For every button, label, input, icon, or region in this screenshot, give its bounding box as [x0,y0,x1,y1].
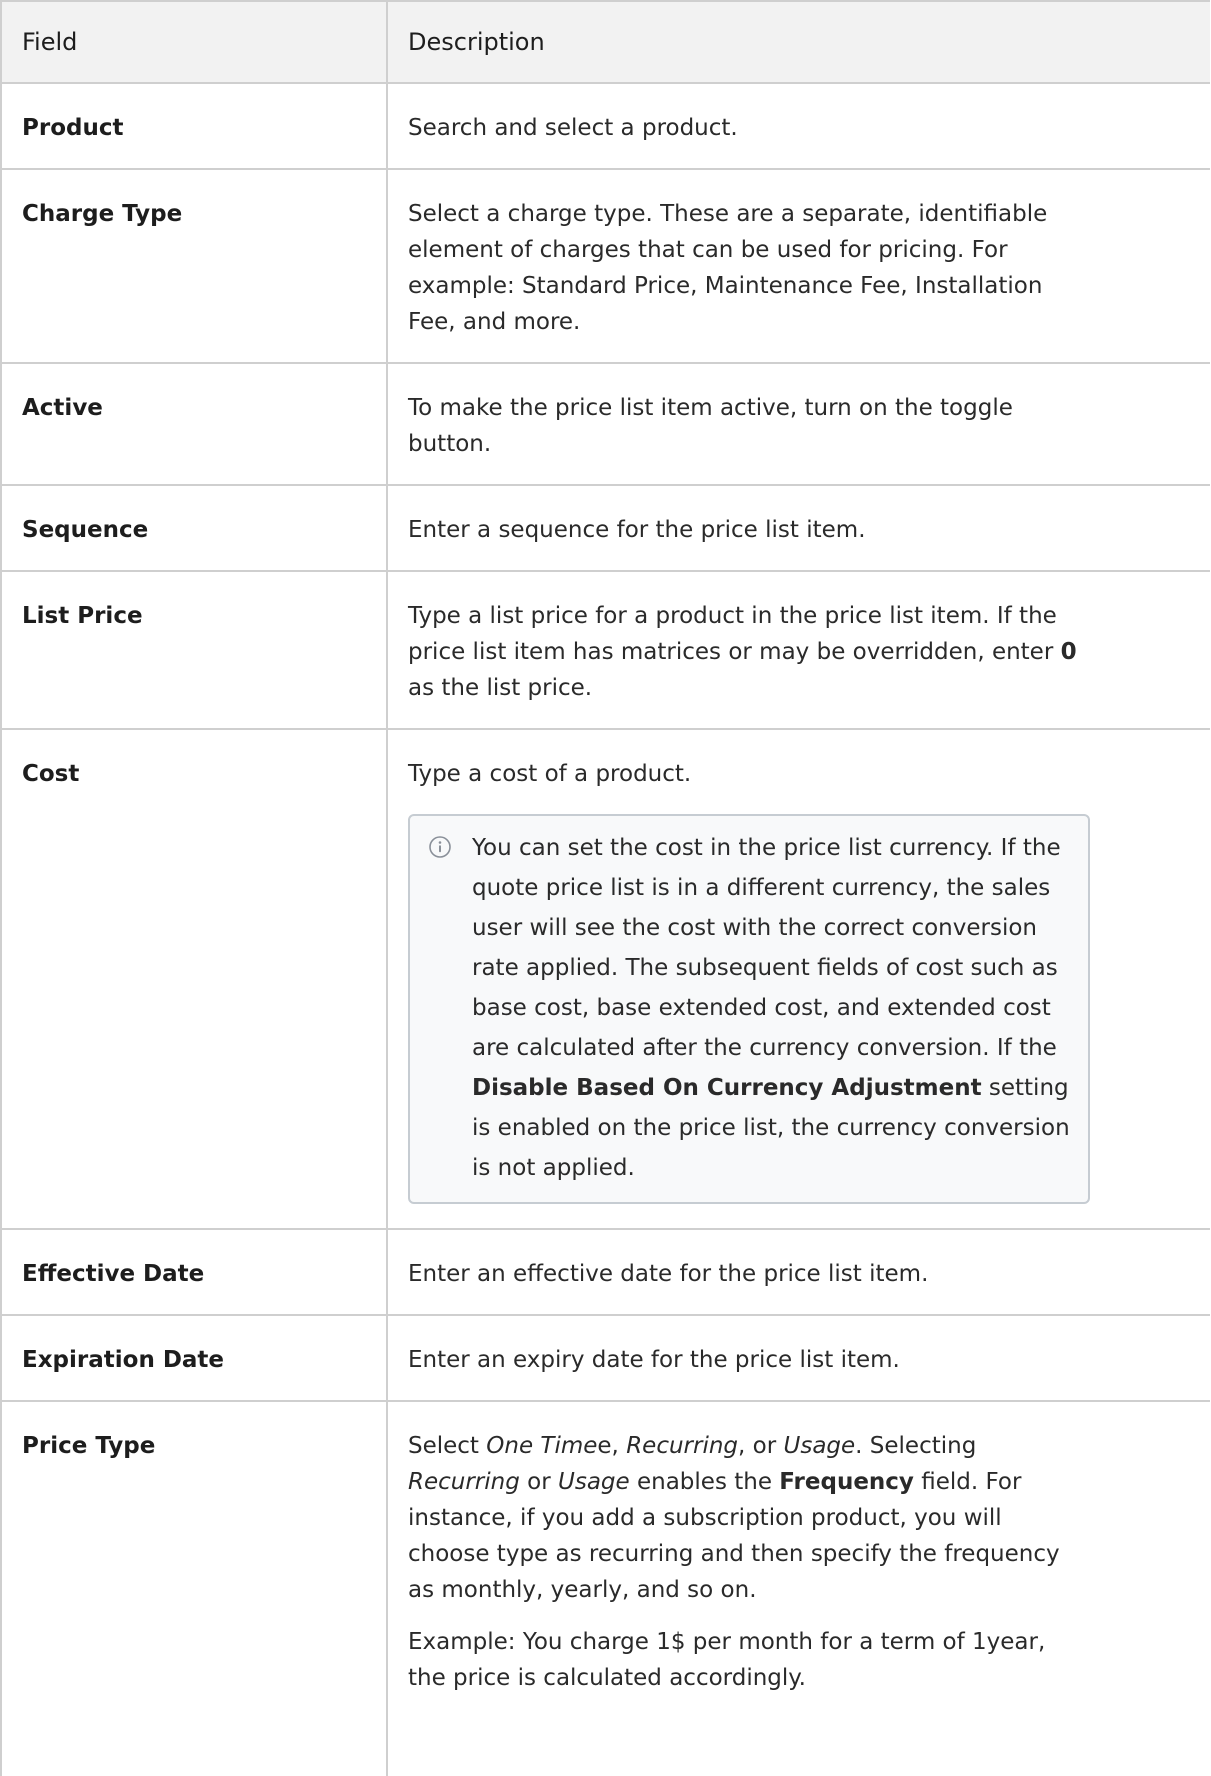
table-row-expiration-date: Expiration Date Enter an expiry date for… [0,1316,1210,1402]
note-text-part: You can set the cost in the price list c… [472,835,1061,1061]
table-row-charge-type: Charge Type Select a charge type. These … [0,170,1210,364]
field-description: Search and select a product. [408,115,738,141]
table-row-price-type: Price Type Select One Timee, Recurring, … [0,1402,1210,1776]
field-description: Enter an expiry date for the price list … [408,1347,900,1373]
field-name: Expiration Date [0,1316,388,1400]
table-row-list-price: List Price Type a list price for a produ… [0,572,1210,730]
info-note: You can set the cost in the price list c… [408,814,1090,1204]
text-part: . Selecting [855,1433,977,1459]
text-part: enables the [629,1469,780,1495]
field-description-table: Field Description Product Search and sel… [0,0,1211,1776]
text-part: or [519,1469,558,1495]
option-usage: Usage [558,1469,630,1495]
option-one-time: One Time [486,1433,598,1459]
field-description: To make the price list item active, turn… [408,395,1013,457]
table-header-row: Field Description [0,0,1210,84]
field-name: Charge Type [0,170,388,362]
field-description: Enter a sequence for the price list item… [408,517,866,543]
field-description: Type a list price for a product in the p… [388,572,1110,728]
column-header-description: Description [408,28,545,56]
field-name: Active [0,364,388,484]
field-name: Sequence [0,486,388,570]
note-text: You can set the cost in the price list c… [472,828,1070,1188]
info-icon [428,834,456,1188]
field-name: Product [0,84,388,168]
description-text: as the list price. [408,675,593,701]
field-description: Select a charge type. These are a separa… [408,201,1048,335]
field-description: Type a cost of a product. You can set th… [388,730,1110,1228]
field-name: List Price [0,572,388,728]
table-row-product: Product Search and select a product. [0,84,1210,170]
setting-name: Disable Based On Currency Adjustment [472,1075,982,1101]
table-row-cost: Cost Type a cost of a product. You can s… [0,730,1210,1230]
description-text: Type a list price for a product in the p… [408,603,1061,665]
text-part: , or [738,1433,784,1459]
table-row-effective-date: Effective Date Enter an effective date f… [0,1230,1210,1316]
description-text: Type a cost of a product. [408,761,692,787]
table-row-active: Active To make the price list item activ… [0,364,1210,486]
field-description: Enter an effective date for the price li… [408,1261,929,1287]
example-text: Example: You charge 1$ per month for a t… [408,1629,1046,1691]
option-usage: Usage [783,1433,856,1459]
frequency-field-name: Frequency [779,1469,914,1495]
field-name: Effective Date [0,1230,388,1314]
description-text: Select One Timee, Recurring, or Usage. S… [408,1428,1090,1608]
bold-value: 0 [1060,639,1077,665]
field-name: Price Type [0,1402,388,1776]
field-description: Select One Timee, Recurring, or Usage. S… [388,1402,1110,1776]
text-part: Select [408,1433,487,1459]
text-part: e, [597,1433,627,1459]
option-recurring: Recurring [626,1433,739,1459]
field-name: Cost [0,730,388,1228]
column-header-field: Field [0,2,388,82]
table-row-sequence: Sequence Enter a sequence for the price … [0,486,1210,572]
option-recurring: Recurring [408,1469,520,1495]
